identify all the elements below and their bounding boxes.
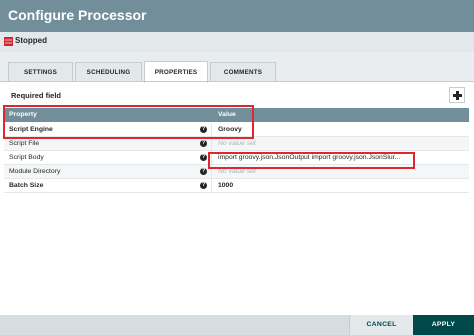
tab-scheduling[interactable]: SCHEDULING [75, 62, 142, 82]
property-name: Script Body [9, 154, 44, 161]
tab-settings[interactable]: SETTINGS [8, 62, 73, 82]
highlight-box-script-engine [3, 105, 254, 139]
required-field-label: Required field [11, 91, 62, 100]
add-property-button[interactable] [449, 87, 465, 103]
table-row[interactable]: Script File ? No value set [4, 137, 469, 151]
help-icon[interactable]: ? [200, 168, 207, 175]
tabs-divider [0, 81, 474, 82]
highlight-box-script-body [208, 152, 415, 169]
tab-bar: SETTINGS SCHEDULING PROPERTIES COMMENTS [0, 52, 474, 83]
apply-button[interactable]: APPLY [413, 315, 474, 335]
property-name: Script File [9, 140, 40, 147]
help-icon[interactable]: ? [200, 140, 207, 147]
status-text: Stopped [15, 36, 47, 45]
property-name: Batch Size [9, 182, 44, 189]
property-value[interactable]: No value set [218, 168, 256, 175]
tab-comments[interactable]: COMMENTS [210, 62, 276, 82]
help-icon[interactable]: ? [200, 154, 207, 161]
property-value[interactable]: 1000 [218, 182, 233, 189]
property-value[interactable]: No value set [218, 140, 256, 147]
property-name: Module Directory [9, 168, 61, 175]
status-bar: Stopped [0, 32, 474, 52]
stopped-icon [4, 37, 13, 46]
dialog-title: Configure Processor [8, 7, 147, 23]
tab-properties[interactable]: PROPERTIES [144, 61, 208, 83]
help-icon[interactable]: ? [200, 182, 207, 189]
cancel-button[interactable]: CANCEL [349, 315, 413, 335]
dialog-header: Configure Processor [0, 0, 474, 32]
table-row[interactable]: Batch Size ? 1000 [4, 179, 469, 193]
